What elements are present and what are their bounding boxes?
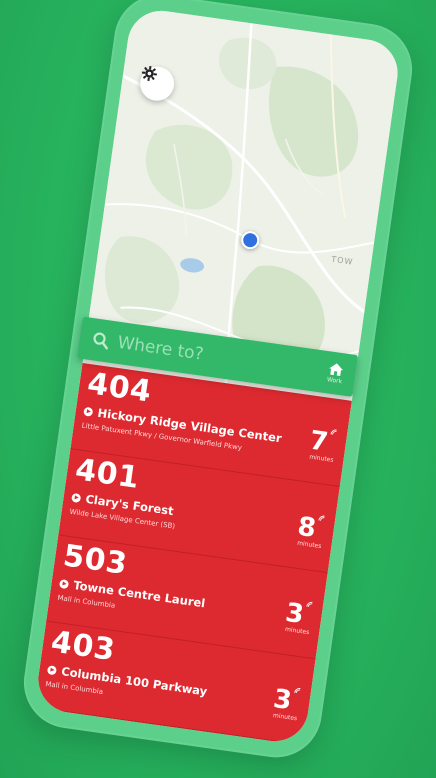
destination-row: Columbia 100 Parkway	[46, 662, 208, 698]
arrival-time: 8 minutes	[277, 509, 325, 550]
live-signal-icon	[294, 688, 301, 694]
arrival-time: 3 minutes	[265, 595, 313, 636]
phone-frame: TOW 404 Hickory Ridge Village Center Lit…	[17, 0, 419, 764]
live-signal-icon	[330, 429, 337, 435]
background: TOW 404 Hickory Ridge Village Center Lit…	[0, 0, 436, 778]
home-button[interactable]: Work	[313, 352, 358, 395]
arrivals-list: 404 Hickory Ridge Village Center Little …	[34, 363, 352, 746]
play-circle-icon	[71, 492, 82, 503]
arrival-time: 3 minutes	[253, 682, 301, 722]
play-circle-icon	[46, 664, 58, 675]
live-signal-icon	[306, 601, 313, 607]
route-number: 403	[48, 624, 118, 669]
live-signal-icon	[318, 515, 325, 521]
search-icon	[93, 332, 108, 350]
arrival-time: 7 minutes	[289, 423, 337, 464]
play-circle-icon	[59, 578, 70, 589]
play-circle-icon	[83, 406, 94, 417]
home-label: Work	[326, 376, 343, 386]
home-icon	[329, 363, 344, 377]
route-number: 401	[73, 452, 142, 496]
route-number: 404	[85, 366, 154, 410]
gear-icon	[141, 65, 157, 82]
route-number: 503	[61, 538, 130, 582]
